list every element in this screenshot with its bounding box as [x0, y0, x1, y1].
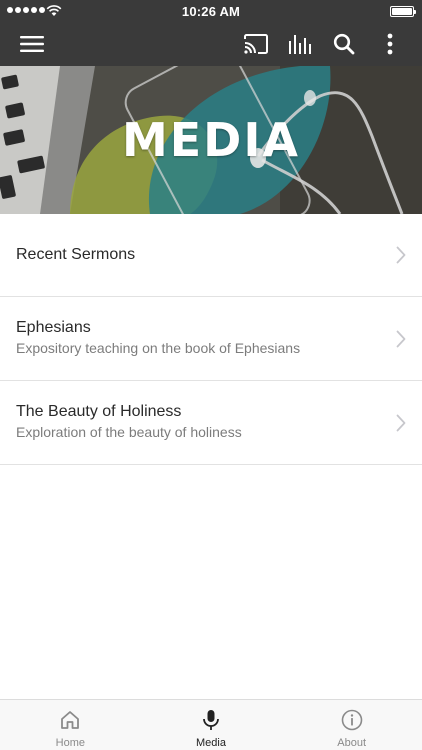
- chevron-right-icon: [396, 246, 406, 264]
- status-bar: 10:26 AM: [0, 0, 422, 22]
- cast-icon: [244, 34, 268, 54]
- more-vert-icon: [387, 33, 393, 55]
- tab-label: Media: [196, 737, 226, 749]
- tab-home[interactable]: Home: [0, 700, 141, 750]
- battery-icon: [390, 6, 416, 17]
- menu-icon: [20, 36, 44, 52]
- media-hero-banner: MEDIA: [0, 66, 422, 214]
- list-item-subtitle: Exploration of the beauty of holiness: [16, 424, 242, 440]
- list-item-title: Recent Sermons: [16, 246, 136, 263]
- equalizer-icon: [289, 35, 311, 54]
- media-list: Recent Sermons Ephesians Expository teac…: [0, 214, 422, 465]
- audio-button[interactable]: [282, 22, 318, 66]
- hero-title: MEDIA: [121, 113, 301, 167]
- tab-label: About: [337, 737, 367, 749]
- list-item-subtitle: Expository teaching on the book of Ephes…: [16, 340, 301, 356]
- cast-button[interactable]: [238, 22, 274, 66]
- tab-label: Home: [55, 737, 85, 749]
- microphone-icon: [203, 710, 219, 730]
- bottom-tab-bar: Home Media About: [0, 699, 422, 750]
- home-icon: [61, 711, 80, 729]
- info-icon: [341, 709, 362, 731]
- list-item-title: Ephesians: [16, 319, 91, 336]
- tab-media[interactable]: Media: [141, 700, 282, 750]
- search-button[interactable]: [326, 22, 362, 66]
- list-item-ephesians[interactable]: Ephesians Expository teaching on the boo…: [0, 297, 422, 381]
- top-app-bar: [0, 22, 422, 66]
- more-options-button[interactable]: [372, 22, 408, 66]
- menu-button[interactable]: [14, 22, 50, 66]
- search-icon: [333, 33, 355, 55]
- status-time: 10:26 AM: [181, 4, 241, 19]
- list-item-title: The Beauty of Holiness: [16, 403, 182, 420]
- list-item-recent-sermons[interactable]: Recent Sermons: [0, 214, 422, 297]
- tab-about[interactable]: About: [281, 700, 422, 750]
- list-item-beauty-of-holiness[interactable]: The Beauty of Holiness Exploration of th…: [0, 381, 422, 465]
- chevron-right-icon: [396, 414, 406, 431]
- chevron-right-icon: [396, 330, 406, 347]
